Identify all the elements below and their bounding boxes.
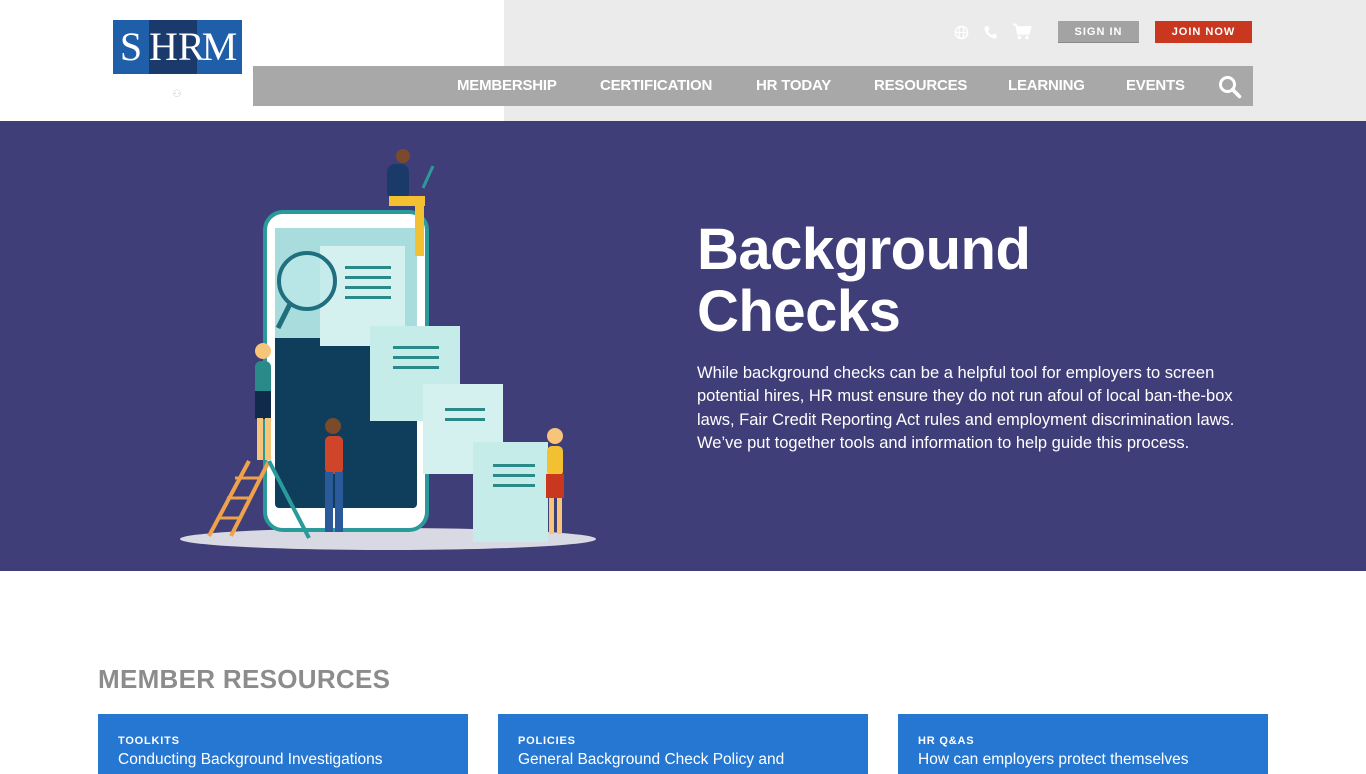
nav-item-events[interactable]: EVENTS [1126,66,1185,106]
search-icon[interactable] [1217,74,1243,100]
resource-card-hr-qas[interactable]: HR Q&AS How can employers protect themse… [898,714,1268,774]
card-tag: TOOLKITS [118,735,180,747]
main-nav: MEMBERSHIP CERTIFICATION HR TODAY RESOUR… [253,66,1253,106]
hero-title: Background Checks [697,219,1217,343]
nav-item-learning[interactable]: LEARNING [1008,66,1085,106]
globe-icon[interactable] [954,25,969,40]
site-header: S HR M ⚇ SIGN IN JOIN NOW MEMBERSHIP CER… [0,0,1366,121]
nav-item-membership[interactable]: MEMBERSHIP [457,66,557,106]
resource-card-policies[interactable]: POLICIES General Background Check Policy… [498,714,868,774]
logo-letter-m: M [201,24,238,69]
logo-tagline-mark: ⚇ [172,89,182,100]
nav-item-resources[interactable]: RESOURCES [874,66,967,106]
sign-in-button[interactable]: SIGN IN [1058,21,1139,43]
hero-title-line2: Checks [697,279,901,344]
card-title[interactable]: Conducting Background Investigations [118,751,448,769]
hero-title-line1: Background [697,217,1031,282]
resource-card-toolkits[interactable]: TOOLKITS Conducting Background Investiga… [98,714,468,774]
phone-icon[interactable] [983,25,998,40]
logo-letter-s: S [119,24,143,69]
card-title[interactable]: How can employers protect themselves [918,751,1248,769]
nav-item-certification[interactable]: CERTIFICATION [600,66,712,106]
logo-letters-hr: HR [149,20,205,74]
shrm-logo[interactable]: S HR M [113,20,242,74]
nav-item-hr-today[interactable]: HR TODAY [756,66,831,106]
utility-icons [954,21,1032,43]
cart-icon[interactable] [1012,23,1032,41]
card-tag: POLICIES [518,735,576,747]
hero-description: While background checks can be a helpful… [697,364,1235,452]
background-check-illustration [180,149,596,550]
hero-banner: Background Checks While background check… [0,121,1366,571]
card-tag: HR Q&AS [918,735,975,747]
join-now-button[interactable]: JOIN NOW [1155,21,1252,43]
card-title[interactable]: General Background Check Policy and [518,751,848,769]
member-resources-title: MEMBER RESOURCES [98,664,391,694]
